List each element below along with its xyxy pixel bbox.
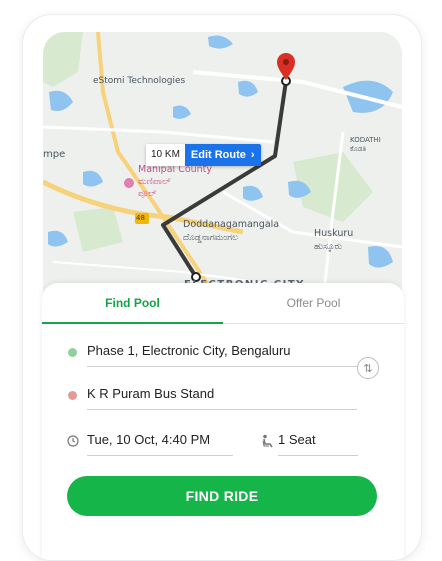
- map-label-kodathi-kn: ಕೊಡತಿ: [350, 145, 367, 153]
- seats-input[interactable]: 1 Seat: [278, 429, 358, 456]
- phone-frame: eStomi Technologies mpe Manipal County ಮ…: [22, 14, 422, 561]
- map-label-doddanagamangala: Doddanagamangala: [183, 219, 280, 230]
- swap-icon: ⇅: [363, 362, 373, 375]
- clock-icon: [67, 435, 79, 447]
- edit-route-label: Edit Route: [190, 149, 246, 161]
- map-canvas: [43, 32, 402, 300]
- edit-route-button[interactable]: Edit Route ›: [184, 144, 261, 166]
- map-label-company: eStomi Technologies: [93, 76, 186, 86]
- map-label-huskuru-kn: ಹುಸ್ಕೂರು: [314, 242, 343, 252]
- pool-tabs: Find Pool Offer Pool: [42, 283, 404, 324]
- map-label-huskuru: Huskuru: [314, 228, 354, 239]
- tab-offer-pool[interactable]: Offer Pool: [223, 283, 404, 323]
- to-dot-icon: [68, 391, 77, 400]
- road-number-badge: 48: [136, 214, 145, 222]
- datetime-input[interactable]: Tue, 10 Oct, 4:40 PM: [87, 429, 233, 456]
- swap-locations-button[interactable]: ⇅: [357, 357, 379, 379]
- seat-icon: [262, 434, 273, 448]
- map-view[interactable]: eStomi Technologies mpe Manipal County ಮ…: [43, 32, 402, 300]
- tab-find-pool[interactable]: Find Pool: [42, 283, 223, 324]
- map-label-kodathi: KODATHI: [350, 136, 381, 144]
- booking-sheet: Find Pool Offer Pool Phase 1, Electronic…: [42, 283, 404, 560]
- from-dot-icon: [68, 348, 77, 357]
- map-label-doddanagamangala-kn: ದೊಡ್ಡನಾಗಮಂಗಲ: [183, 233, 238, 243]
- to-location-input[interactable]: K R Puram Bus Stand: [87, 383, 357, 410]
- map-label-pool: ಪೂಲ್: [138, 189, 157, 199]
- map-label-manipal-kn: ಮಣಿಪಾಲ್: [138, 177, 171, 187]
- route-badge[interactable]: 10 KM Edit Route ›: [146, 144, 261, 166]
- map-label-kompe: mpe: [43, 149, 66, 160]
- route-distance: 10 KM: [146, 144, 185, 166]
- from-location-input[interactable]: Phase 1, Electronic City, Bengaluru: [87, 340, 357, 367]
- chevron-right-icon: ›: [250, 149, 255, 161]
- find-ride-button[interactable]: FIND RIDE: [67, 476, 377, 516]
